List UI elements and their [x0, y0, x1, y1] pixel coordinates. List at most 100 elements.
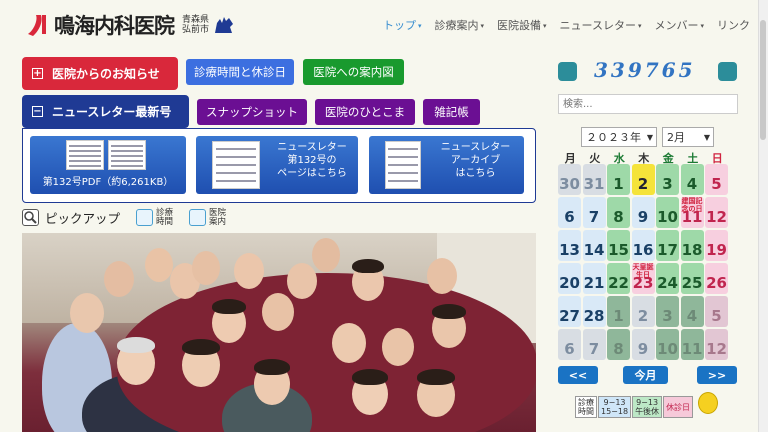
search-input[interactable] [558, 94, 738, 114]
calendar-day[interactable]: 7 [582, 329, 606, 360]
calendar-day[interactable]: 10 [656, 197, 679, 228]
calendar-day[interactable]: 8 [607, 197, 630, 228]
calendar-day[interactable]: 22 [607, 263, 630, 294]
chevron-down-icon: ▼ [646, 132, 653, 142]
hours-button[interactable]: 診療時間と休診日 [186, 59, 294, 85]
calendar-day[interactable]: 12 [705, 197, 728, 228]
nav-label: メンバー [654, 19, 699, 32]
clock-icon [136, 209, 154, 226]
calendar-day[interactable]: 4 [680, 296, 704, 327]
pickup-access-link[interactable]: 医院 案内 [189, 208, 227, 227]
calendar-day[interactable]: 10 [656, 329, 679, 360]
calendar-day[interactable]: 5 [705, 164, 728, 195]
day-number: 12 [706, 208, 727, 226]
calendar-day[interactable]: 天皇誕生日 23 [631, 263, 655, 294]
zakki-button[interactable]: 雑記帳 [423, 99, 480, 125]
nav-member[interactable]: メンバー ▾ [655, 17, 705, 33]
newsletter-page-card[interactable]: ニュースレター 第132号の ページはこちら [196, 136, 358, 194]
nav-link[interactable]: リンク [717, 17, 750, 33]
calendar-day[interactable]: 9 [631, 329, 655, 360]
calendar-day[interactable]: 12 [705, 329, 728, 360]
snapshot-button[interactable]: スナップショット [197, 99, 307, 125]
calendar-day[interactable]: 11 [680, 329, 704, 360]
day-number: 25 [681, 274, 703, 292]
map-button[interactable]: 医院への案内図 [303, 59, 404, 85]
calendar-day[interactable]: 16 [631, 230, 655, 261]
day-number: 31 [583, 175, 605, 193]
calendar-day[interactable]: 21 [582, 263, 606, 294]
calendar-day[interactable]: 6 [558, 329, 581, 360]
calendar-day[interactable]: 6 [558, 197, 581, 228]
calendar-day[interactable]: 20 [558, 263, 581, 294]
calendar-day[interactable]: 30 [558, 164, 581, 195]
site-logo[interactable]: 鳴海内科医院 青森県 弘前市 [24, 10, 235, 40]
calendar-day[interactable]: 1 [607, 164, 630, 195]
pickup-hours-link[interactable]: 診療 時間 [136, 208, 173, 227]
face [287, 263, 317, 299]
hitokoma-button[interactable]: 医院のひとこま [315, 99, 415, 125]
nav-top[interactable]: トップ ▾ [383, 17, 422, 33]
calendar-day[interactable]: 2 [631, 164, 655, 195]
calendar-day[interactable]: 9 [631, 197, 655, 228]
calendar-day[interactable]: 28 [582, 296, 606, 327]
calendar-day[interactable]: 13 [558, 230, 581, 261]
calendar-day[interactable]: 建国記念の日 11 [680, 197, 704, 228]
legend-text: 15−18 [601, 407, 629, 416]
day-number: 13 [559, 241, 580, 259]
calendar-day[interactable]: 7 [582, 197, 606, 228]
calendar-day[interactable]: 2 [631, 296, 655, 327]
calendar-day[interactable]: 4 [680, 164, 704, 195]
day-number: 30 [559, 175, 580, 193]
calendar-day[interactable]: 15 [607, 230, 630, 261]
current-month-button[interactable]: 今月 [623, 366, 668, 384]
year-select[interactable]: ２０２３年 ▼ [581, 127, 657, 147]
day-number: 1 [613, 175, 624, 193]
scrollbar-thumb[interactable] [760, 20, 766, 140]
month-select[interactable]: 2月 ▼ [662, 127, 714, 147]
card-line: アーカイブ [450, 155, 501, 166]
calendar-day[interactable]: 18 [680, 230, 704, 261]
newsletter-pdf-card[interactable]: 第132号PDF（約6,261KB） [30, 136, 186, 194]
legend-closed: 休診日 [663, 396, 694, 418]
visitor-counter: 339765 [594, 58, 696, 82]
site-name: 鳴海内科医院 [54, 13, 175, 38]
card-text: ニュースレター アーカイブ はこちら [427, 141, 524, 180]
newsletter-archive-card[interactable]: ニュースレター アーカイブ はこちら [369, 136, 524, 194]
nav-newsletter[interactable]: ニュースレター ▾ [560, 17, 642, 33]
legend-text: 診療 [578, 398, 594, 407]
calendar-day[interactable]: 1 [607, 296, 630, 327]
day-number: 3 [662, 307, 673, 325]
day-number: 9 [637, 340, 649, 358]
prev-month-button[interactable]: << [558, 366, 598, 384]
day-number: 8 [613, 340, 624, 358]
chevron-down-icon: ▾ [418, 22, 422, 30]
day-number: 5 [711, 175, 722, 193]
calendar-day[interactable]: 19 [705, 230, 728, 261]
calendar-day[interactable]: 3 [656, 296, 679, 327]
holiday-note: 建国記念の日 [681, 197, 703, 213]
calendar-day[interactable]: 27 [558, 296, 581, 327]
calendar-day[interactable]: 14 [582, 230, 606, 261]
calendar-day[interactable]: 26 [705, 263, 728, 294]
calendar-day[interactable]: 17 [656, 230, 679, 261]
newsletter-thumbnail [66, 140, 104, 170]
nav-label: リンク [717, 19, 751, 32]
pill-line: 案内 [209, 216, 227, 227]
calendar-day[interactable]: 24 [656, 263, 679, 294]
next-month-button[interactable]: >> [697, 366, 737, 384]
calendar-legend: 診療 時間 9−13 15−18 9−13 午後休 休診日 [575, 396, 694, 418]
lightbulb-icon[interactable] [698, 392, 718, 414]
calendar-day[interactable]: 3 [656, 164, 679, 195]
calendar-day[interactable]: 5 [705, 296, 728, 327]
day-number: 17 [657, 241, 678, 259]
city-label: 弘前市 [182, 25, 210, 35]
calendar-day[interactable]: 25 [680, 263, 704, 294]
pill-text: 診療 時間 [156, 208, 173, 227]
day-number: 2 [637, 307, 649, 325]
newsletter-latest-button[interactable]: − ニュースレター最新号 [22, 95, 189, 128]
calendar-day[interactable]: 8 [607, 329, 630, 360]
calendar-day[interactable]: 31 [582, 164, 606, 195]
nav-setsubi[interactable]: 医院設備 ▾ [497, 17, 547, 33]
nav-shinryo[interactable]: 診療案内 ▾ [435, 17, 485, 33]
news-button[interactable]: + 医院からのお知らせ [22, 57, 178, 90]
